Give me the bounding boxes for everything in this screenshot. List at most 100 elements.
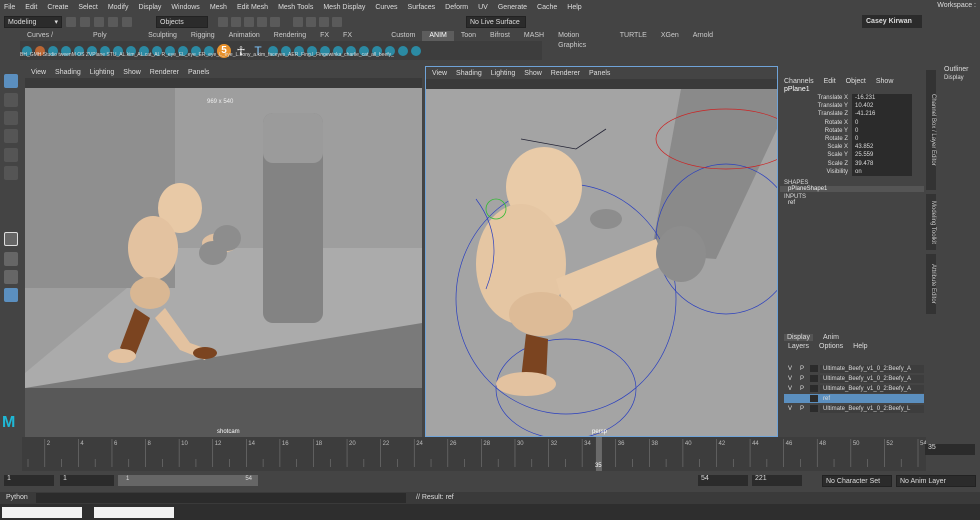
layers-menu[interactable]: Layers <box>788 343 809 350</box>
menu-modify[interactable]: Modify <box>108 4 129 11</box>
viewport-menu-shading[interactable]: Shading <box>456 70 482 77</box>
channel-box-vertical-tab[interactable]: Channel Box / Layer Editor <box>926 70 936 190</box>
menu-generate[interactable]: Generate <box>498 4 527 11</box>
minimized-window[interactable] <box>94 507 174 518</box>
workspace-label[interactable]: Workspace : <box>937 2 976 9</box>
rotate-tool-icon[interactable] <box>4 148 18 162</box>
layer-color-swatch[interactable] <box>810 375 818 382</box>
shelf-tab-arnold[interactable]: Arnold <box>686 31 720 41</box>
viewport-menu-show[interactable]: Show <box>524 70 542 77</box>
snap-point-icon[interactable] <box>244 17 254 27</box>
menu-display[interactable]: Display <box>138 4 161 11</box>
open-scene-icon[interactable] <box>80 17 90 27</box>
menu-cache[interactable]: Cache <box>537 4 557 11</box>
four-pane-layout-icon[interactable] <box>4 252 18 266</box>
side-by-side-layout-icon[interactable] <box>4 270 18 284</box>
shelf-tool-icon[interactable] <box>411 45 421 56</box>
range-slider[interactable]: 1 54 <box>118 475 258 486</box>
layer-playback-toggle[interactable]: P <box>796 406 808 412</box>
attribute-editor-vertical-tab[interactable]: Attribute Editor <box>926 254 936 314</box>
modeling-toolkit-vertical-tab[interactable]: Modeling Toolkit <box>926 194 936 250</box>
viewport-menu-renderer[interactable]: Renderer <box>551 70 580 77</box>
layer-row[interactable]: V P Ultimate_Beefy_v1_0_2:Beefy_L <box>784 404 924 413</box>
snap-grid-icon[interactable] <box>218 17 228 27</box>
viewport-menu-view[interactable]: View <box>432 70 447 77</box>
layer-row[interactable]: V P Ultimate_Beefy_v1_0_2:Beefy_A <box>784 384 924 393</box>
character-set-dropdown[interactable]: No Character Set <box>822 475 892 487</box>
viewport-menu-panels[interactable]: Panels <box>188 69 209 76</box>
paint-select-icon[interactable] <box>4 111 18 125</box>
single-pane-layout-icon[interactable] <box>4 232 18 246</box>
shelf-tab-bifrost[interactable]: Bifrost <box>483 31 517 41</box>
input-node[interactable]: ref <box>780 200 924 206</box>
layer-color-swatch[interactable] <box>810 385 818 392</box>
shelf-tab-animation[interactable]: Animation <box>222 31 267 41</box>
command-language[interactable]: Python <box>6 494 28 501</box>
shelf-tab-fx[interactable]: FX <box>313 31 336 41</box>
menu-create[interactable]: Create <box>47 4 68 11</box>
attribute-row[interactable]: Translate X -16.231 <box>780 94 924 103</box>
options-menu[interactable]: Options <box>819 343 843 350</box>
menu-surfaces[interactable]: Surfaces <box>408 4 436 11</box>
selected-object-name[interactable]: pPlane1 <box>780 85 924 94</box>
viewport-menu-show[interactable]: Show <box>123 69 141 76</box>
layer-row[interactable]: ref <box>784 394 924 403</box>
live-surface-dropdown[interactable]: No Live Surface <box>466 16 526 28</box>
menu-mesh-display[interactable]: Mesh Display <box>323 4 365 11</box>
channel-box-menu-show[interactable]: Show <box>876 78 894 85</box>
shelf-tab-xgen[interactable]: XGen <box>654 31 686 41</box>
mode-dropdown[interactable]: Modeling ▾ <box>4 16 62 28</box>
shelf-tab-curves-surfaces[interactable]: Curves / Surfaces <box>20 31 86 49</box>
menu-mesh[interactable]: Mesh <box>210 4 227 11</box>
help-menu[interactable]: Help <box>853 343 867 350</box>
layer-visibility-toggle[interactable]: V <box>784 386 796 392</box>
end-time-field[interactable]: 221 <box>752 475 802 486</box>
layer-row[interactable]: V P Ultimate_Beefy_v1_0_2:Beefy_A <box>784 364 924 373</box>
layer-playback-toggle[interactable]: P <box>796 366 808 372</box>
command-input[interactable] <box>36 493 406 503</box>
persp-outliner-layout-icon[interactable] <box>4 288 18 302</box>
viewport-menu-shading[interactable]: Shading <box>55 69 81 76</box>
layer-playback-toggle[interactable]: P <box>796 386 808 392</box>
current-frame-field[interactable]: 35 <box>925 444 975 455</box>
move-tool-icon[interactable] <box>4 129 18 143</box>
channel-box-menu-channels[interactable]: Channels <box>784 78 814 85</box>
shelf-tab-fx-caching[interactable]: FX Caching <box>336 31 384 49</box>
attribute-value[interactable]: -16.231 <box>852 94 912 103</box>
attribute-value[interactable]: 0 <box>852 118 912 127</box>
attribute-row[interactable]: Rotate X 0 <box>780 118 924 127</box>
shelf-tab-poly-modeling[interactable]: Poly Modeling <box>86 31 141 49</box>
selection-mask-dropdown[interactable]: Objects <box>156 16 208 28</box>
menu-deform[interactable]: Deform <box>445 4 468 11</box>
menu-curves[interactable]: Curves <box>375 4 397 11</box>
persp-view[interactable]: persp <box>426 89 777 436</box>
shelf-tab-anim[interactable]: ANIM <box>422 31 454 41</box>
layer-name[interactable]: ref <box>820 394 924 403</box>
shelf-tab-rendering[interactable]: Rendering <box>267 31 313 41</box>
attribute-row[interactable]: Scale Z 39.478 <box>780 159 924 168</box>
layer-playback-toggle[interactable]: P <box>796 376 808 382</box>
redo-icon[interactable] <box>122 17 132 27</box>
render-icon[interactable] <box>293 17 303 27</box>
shelf-tab-turtle[interactable]: TURTLE <box>613 31 654 41</box>
shelf-tab-toon[interactable]: Toon <box>454 31 483 41</box>
shelf-tab-sculpting[interactable]: Sculpting <box>141 31 184 41</box>
start-time-field[interactable]: 1 <box>4 475 54 486</box>
layer-name[interactable]: Ultimate_Beefy_v1_0_2:Beefy_A <box>820 374 924 383</box>
menu-help[interactable]: Help <box>567 4 581 11</box>
channel-box-menu-object[interactable]: Object <box>846 78 866 85</box>
shelf-tab-rigging[interactable]: Rigging <box>184 31 222 41</box>
shelf-tool-icon[interactable] <box>398 45 408 56</box>
snap-curve-icon[interactable] <box>231 17 241 27</box>
outliner-display-menu[interactable]: Display <box>940 75 980 81</box>
playback-end-field[interactable]: 54 <box>698 475 748 486</box>
layer-color-swatch[interactable] <box>810 365 818 372</box>
time-slider-ruler[interactable]: 2 4 6 8 10 12 14 16 18 20 22 24 26 28 30 32 34 36 38 40 42 44… <box>22 437 927 471</box>
attribute-value[interactable]: 43.852 <box>852 143 912 152</box>
attribute-row[interactable]: Translate Z -41.216 <box>780 110 924 119</box>
hypershade-icon[interactable] <box>332 17 342 27</box>
viewport-menu-lighting[interactable]: Lighting <box>90 69 115 76</box>
attribute-row[interactable]: Rotate Y 0 <box>780 126 924 135</box>
attribute-row[interactable]: Translate Y 10.402 <box>780 102 924 111</box>
layer-color-swatch[interactable] <box>810 395 818 402</box>
